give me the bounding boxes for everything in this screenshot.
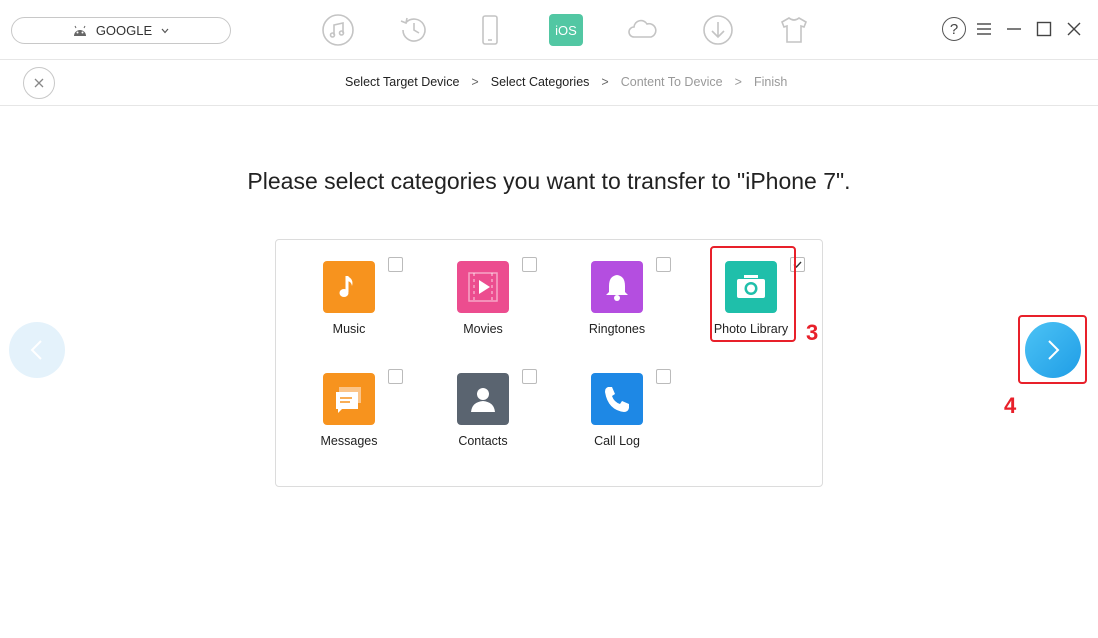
window-controls: ? — [942, 16, 1086, 42]
phone-icon — [482, 15, 498, 45]
category-label: Movies — [463, 322, 503, 336]
tool-download[interactable] — [680, 12, 756, 48]
step-select-target-device: Select Target Device — [345, 75, 460, 89]
message-icon — [323, 373, 375, 425]
category-photo-library[interactable]: Photo Library — [698, 240, 808, 336]
tshirt-icon — [780, 17, 808, 43]
download-icon — [703, 15, 733, 45]
history-icon — [400, 17, 426, 42]
top-toolbar: GOOGLE iOS ? — [0, 0, 1098, 60]
annotation-step-3: 3 — [806, 320, 819, 345]
movies-icon — [457, 261, 509, 313]
tool-skin[interactable] — [756, 12, 832, 48]
tool-device[interactable] — [452, 12, 528, 48]
category-music[interactable]: Music — [296, 240, 406, 336]
close-icon — [1067, 22, 1081, 36]
category-messages[interactable]: Messages — [296, 352, 406, 448]
camera-icon — [725, 261, 777, 313]
tool-ios-mover[interactable]: iOS — [528, 12, 604, 48]
help-button[interactable]: ? — [942, 16, 966, 42]
device-selector[interactable]: GOOGLE — [11, 17, 231, 44]
bell-icon — [591, 261, 643, 313]
minimize-icon — [1007, 28, 1021, 30]
tool-history[interactable] — [376, 12, 452, 48]
category-ringtones[interactable]: Ringtones — [564, 240, 674, 336]
category-movies[interactable]: Movies — [430, 240, 540, 336]
phone-call-icon — [591, 373, 643, 425]
chevron-left-icon — [30, 340, 42, 360]
android-icon — [73, 25, 86, 36]
close-icon — [34, 78, 44, 88]
category-checkbox[interactable] — [388, 369, 403, 384]
help-icon: ? — [942, 17, 966, 41]
cloud-icon — [628, 19, 657, 38]
contact-icon — [457, 373, 509, 425]
music-icon — [323, 261, 375, 313]
next-button[interactable] — [1025, 322, 1081, 378]
category-call-log[interactable]: Call Log — [564, 352, 674, 448]
close-button[interactable] — [1062, 16, 1086, 42]
ios-mover-icon: iOS — [549, 14, 583, 46]
menu-icon — [977, 23, 991, 35]
step-bar: Select Target Device > Select Categories… — [0, 60, 1098, 106]
chevron-right-icon — [1048, 340, 1060, 360]
checkmark-icon — [793, 261, 802, 269]
category-checkbox[interactable] — [656, 369, 671, 384]
breadcrumb: Select Target Device > Select Categories… — [345, 75, 787, 89]
menu-button[interactable] — [972, 16, 996, 42]
step-separator: > — [601, 75, 609, 89]
chevron-down-icon — [161, 28, 169, 33]
category-label: Music — [332, 322, 366, 336]
category-label: Photo Library — [713, 322, 789, 336]
category-checkbox[interactable] — [522, 257, 537, 272]
tool-icons: iOS — [300, 12, 832, 48]
category-label: Messages — [320, 434, 378, 448]
category-contacts[interactable]: Contacts — [430, 352, 540, 448]
tool-cloud[interactable] — [604, 12, 680, 48]
category-checkbox[interactable] — [656, 257, 671, 272]
step-separator: > — [471, 75, 479, 89]
step-separator: > — [734, 75, 742, 89]
page-title: Please select categories you want to tra… — [247, 168, 851, 194]
step-select-categories: Select Categories — [490, 75, 590, 89]
previous-button[interactable] — [9, 322, 65, 378]
tool-music[interactable] — [300, 12, 376, 48]
category-checkbox[interactable] — [522, 369, 537, 384]
step-content-to-device: Content To Device — [620, 75, 723, 89]
minimize-button[interactable] — [1002, 16, 1026, 42]
maximize-button[interactable] — [1032, 16, 1056, 42]
device-name: GOOGLE — [95, 23, 153, 38]
category-checkbox[interactable] — [388, 257, 403, 272]
annotation-step-4: 4 — [1004, 393, 1017, 418]
category-label: Ringtones — [588, 322, 646, 336]
category-panel: Music Movies Ringtones Photo Library Mes… — [275, 239, 823, 487]
category-label: Call Log — [594, 434, 640, 448]
cancel-button[interactable] — [23, 67, 55, 99]
step-finish: Finish — [753, 75, 788, 89]
maximize-icon — [1036, 21, 1052, 37]
music-note-icon — [322, 14, 354, 46]
ios-label: iOS — [555, 22, 577, 38]
category-checkbox-checked[interactable] — [790, 257, 805, 272]
category-label: Contacts — [458, 434, 508, 448]
